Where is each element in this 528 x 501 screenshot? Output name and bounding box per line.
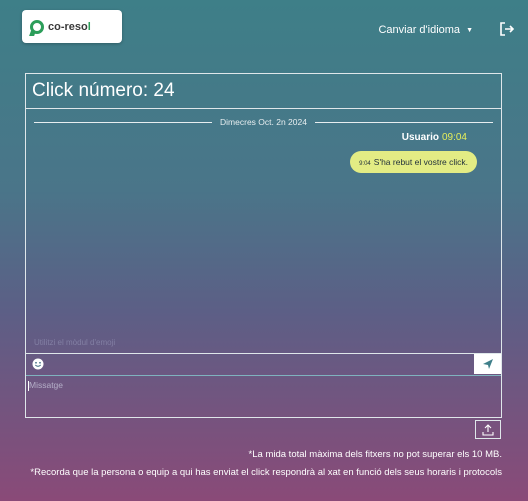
logo-text: co-resol [48, 20, 91, 33]
message-toolbar [26, 353, 501, 376]
sender-time: 09:04 [441, 132, 467, 143]
bubble-time: 9:04 [359, 161, 371, 167]
title-divider [26, 108, 501, 109]
date-label: Dimecres Oct. 2n 2024 [220, 117, 307, 127]
sender-name: Usuario [401, 132, 439, 143]
logo-icon [30, 19, 44, 34]
emoji-hint: Utilitzi el mòdul d'emoji [34, 338, 116, 347]
file-size-note: *La mida total màxima dels fitxers no po… [248, 449, 502, 460]
logout-icon[interactable] [499, 21, 515, 37]
message-sender: Usuario 09:04 [402, 132, 467, 143]
date-line-left [34, 121, 213, 123]
chat-panel: Click número: 24 Dimecres Oct. 2n 2024 U… [25, 73, 502, 418]
send-button[interactable] [474, 354, 501, 374]
logo[interactable]: co-resol [22, 10, 122, 43]
date-line-right [314, 121, 493, 123]
language-label: Canviar d'idioma [378, 24, 461, 36]
chevron-down-icon: ▼ [466, 26, 473, 34]
upload-icon [482, 423, 494, 436]
send-icon [482, 359, 493, 369]
response-note: *Recorda que la persona o equip a qui ha… [30, 467, 502, 478]
upload-button[interactable] [475, 420, 501, 439]
message-bubble: 9:04 S'ha rebut el vostre click. [350, 151, 477, 173]
message-text: S'ha rebut el vostre click. [373, 157, 468, 167]
date-separator: Dimecres Oct. 2n 2024 [34, 116, 493, 128]
message-input[interactable]: Missatge [26, 375, 501, 418]
emoji-icon[interactable] [32, 358, 44, 370]
message-placeholder: Missatge [29, 380, 64, 390]
language-dropdown[interactable]: Canviar d'idioma ▼ [378, 24, 473, 36]
page-title: Click número: 24 [32, 80, 175, 101]
